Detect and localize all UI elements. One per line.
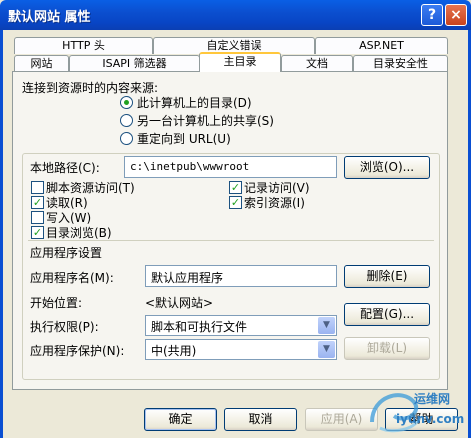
tab-home-directory[interactable]: 主目录: [199, 52, 281, 72]
watermark-line2: iyunv.com: [396, 412, 465, 426]
tab-website[interactable]: 网站: [14, 55, 69, 72]
window-frame-left: [0, 30, 3, 438]
local-path-input[interactable]: c:\inetpub\wwwroot: [124, 156, 337, 178]
remove-button[interactable]: 删除(E): [344, 265, 430, 288]
browse-button[interactable]: 浏览(O)...: [344, 156, 430, 179]
watermark-logo: 运维网 iyunv.com: [362, 384, 465, 434]
checkbox-log-visits[interactable]: ✓: [229, 181, 242, 194]
checkbox-index-resource[interactable]: ✓: [229, 196, 242, 209]
chevron-down-icon[interactable]: ▼: [318, 341, 335, 358]
cancel-button[interactable]: 取消: [224, 408, 297, 431]
radio-local-directory-label: 此计算机上的目录(D): [137, 96, 252, 110]
app-protection-value: 中(共用): [151, 344, 197, 358]
tab-aspnet[interactable]: ASP.NET: [315, 37, 448, 54]
checkbox-directory-browsing-label: 目录浏览(B): [46, 226, 112, 240]
radio-network-share[interactable]: [120, 114, 133, 127]
app-settings-heading: 应用程序设置: [30, 246, 103, 260]
execute-permissions-label: 执行权限(P):: [30, 320, 99, 334]
window-title: 默认网站 属性: [8, 10, 91, 25]
tab-http-headers[interactable]: HTTP 头: [14, 37, 153, 54]
app-protection-select[interactable]: 中(共用) ▼: [145, 339, 337, 360]
checkbox-script-source-access[interactable]: [31, 181, 44, 194]
tab-documents[interactable]: 文档: [281, 55, 353, 72]
tab-isapi-filters[interactable]: ISAPI 筛选器: [69, 55, 200, 72]
close-button[interactable]: ×: [445, 4, 467, 26]
app-name-input[interactable]: 默认应用程序: [145, 265, 337, 287]
unload-button: 卸载(L): [344, 337, 430, 360]
tab-directory-security[interactable]: 目录安全性: [353, 55, 448, 72]
configure-button[interactable]: 配置(G)...: [344, 303, 430, 326]
execute-permissions-value: 脚本和可执行文件: [151, 320, 248, 334]
start-point-value: <默认网站>: [145, 296, 214, 310]
radio-local-directory[interactable]: [120, 96, 133, 109]
app-protection-label: 应用程序保护(N):: [30, 344, 125, 358]
checkbox-directory-browsing[interactable]: ✓: [31, 226, 44, 239]
local-path-label: 本地路径(C):: [30, 161, 100, 175]
checkbox-index-resource-label: 索引资源(I): [244, 196, 305, 210]
execute-permissions-select[interactable]: 脚本和可执行文件 ▼: [145, 315, 337, 336]
divider: [28, 240, 434, 241]
radio-network-share-label: 另一台计算机上的共享(S): [137, 114, 274, 128]
chevron-down-icon[interactable]: ▼: [318, 317, 335, 334]
ok-button[interactable]: 确定: [144, 408, 217, 431]
checkbox-read[interactable]: ✓: [31, 196, 44, 209]
radio-redirect-url[interactable]: [120, 132, 133, 145]
watermark-line1: 运维网: [414, 392, 451, 406]
radio-redirect-url-label: 重定向到 URL(U): [137, 132, 231, 146]
start-point-label: 开始位置:: [30, 296, 83, 310]
help-title-button[interactable]: ?: [421, 4, 443, 26]
app-name-label: 应用程序名(M):: [30, 271, 114, 285]
checkbox-write[interactable]: [31, 211, 44, 224]
title-bar[interactable]: 默认网站 属性 ? ×: [0, 0, 471, 30]
